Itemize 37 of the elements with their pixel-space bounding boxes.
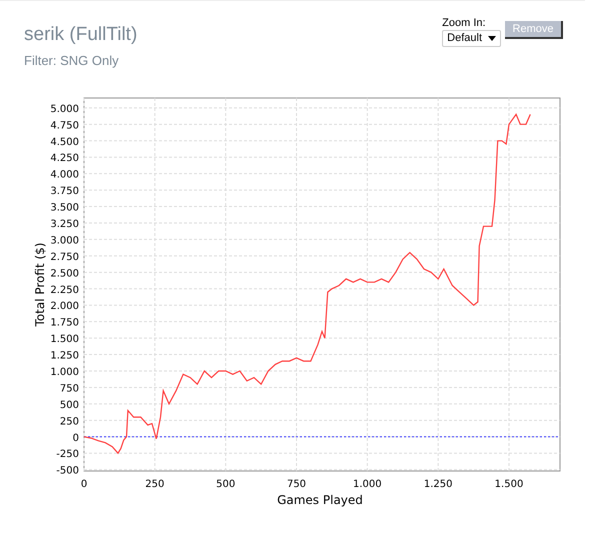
x-tick-label: 750 xyxy=(286,479,306,490)
y-tick-label: 3.750 xyxy=(50,186,79,198)
zoom-dropdown[interactable]: Default xyxy=(442,30,501,47)
zoom-label: Zoom In: xyxy=(442,17,487,30)
y-tick-label: 2.500 xyxy=(50,268,79,280)
y-tick-label: 500 xyxy=(60,400,79,411)
y-tick-label: 2.000 xyxy=(50,301,79,312)
y-tick-label: 1.500 xyxy=(50,334,79,346)
y-tick-label: 1.250 xyxy=(50,350,79,362)
y-tick-label: 250 xyxy=(60,416,79,428)
page-title: serik (FullTilt) xyxy=(24,23,138,47)
y-tick-label: -250 xyxy=(56,449,79,460)
x-tick-label: 1.500 xyxy=(494,479,524,490)
x-tick-label: 1.000 xyxy=(353,479,382,490)
x-axis-title: Games Played xyxy=(277,493,363,507)
x-tick-label: 1.250 xyxy=(424,479,452,490)
y-tick-label: 3.500 xyxy=(50,202,79,214)
y-tick-label: 1.750 xyxy=(50,318,79,329)
y-tick-label: 3.000 xyxy=(50,235,79,246)
x-tick-label: 500 xyxy=(216,479,236,490)
y-tick-label: 5.000 xyxy=(50,104,79,115)
y-axis-title: Total Profit ($) xyxy=(33,242,47,326)
y-tick-label: 1.000 xyxy=(50,367,79,378)
y-tick-label: 2.750 xyxy=(50,252,79,263)
y-tick-label: 4.750 xyxy=(50,120,79,132)
x-tick-label: 250 xyxy=(145,479,164,490)
y-tick-label: -500 xyxy=(56,466,79,477)
y-tick-label: 4.000 xyxy=(50,170,79,181)
y-tick-label: 750 xyxy=(60,383,79,394)
y-tick-label: 2.250 xyxy=(50,284,79,296)
y-tick-label: 4.250 xyxy=(50,153,79,164)
y-tick-label: 4.500 xyxy=(50,136,79,148)
y-tick-label: 3.250 xyxy=(50,219,79,230)
y-tick-label: 0 xyxy=(72,432,79,444)
filter-label: Filter: SNG Only xyxy=(24,52,120,70)
x-tick-label: 0 xyxy=(80,479,88,490)
caret-icon xyxy=(488,36,496,41)
